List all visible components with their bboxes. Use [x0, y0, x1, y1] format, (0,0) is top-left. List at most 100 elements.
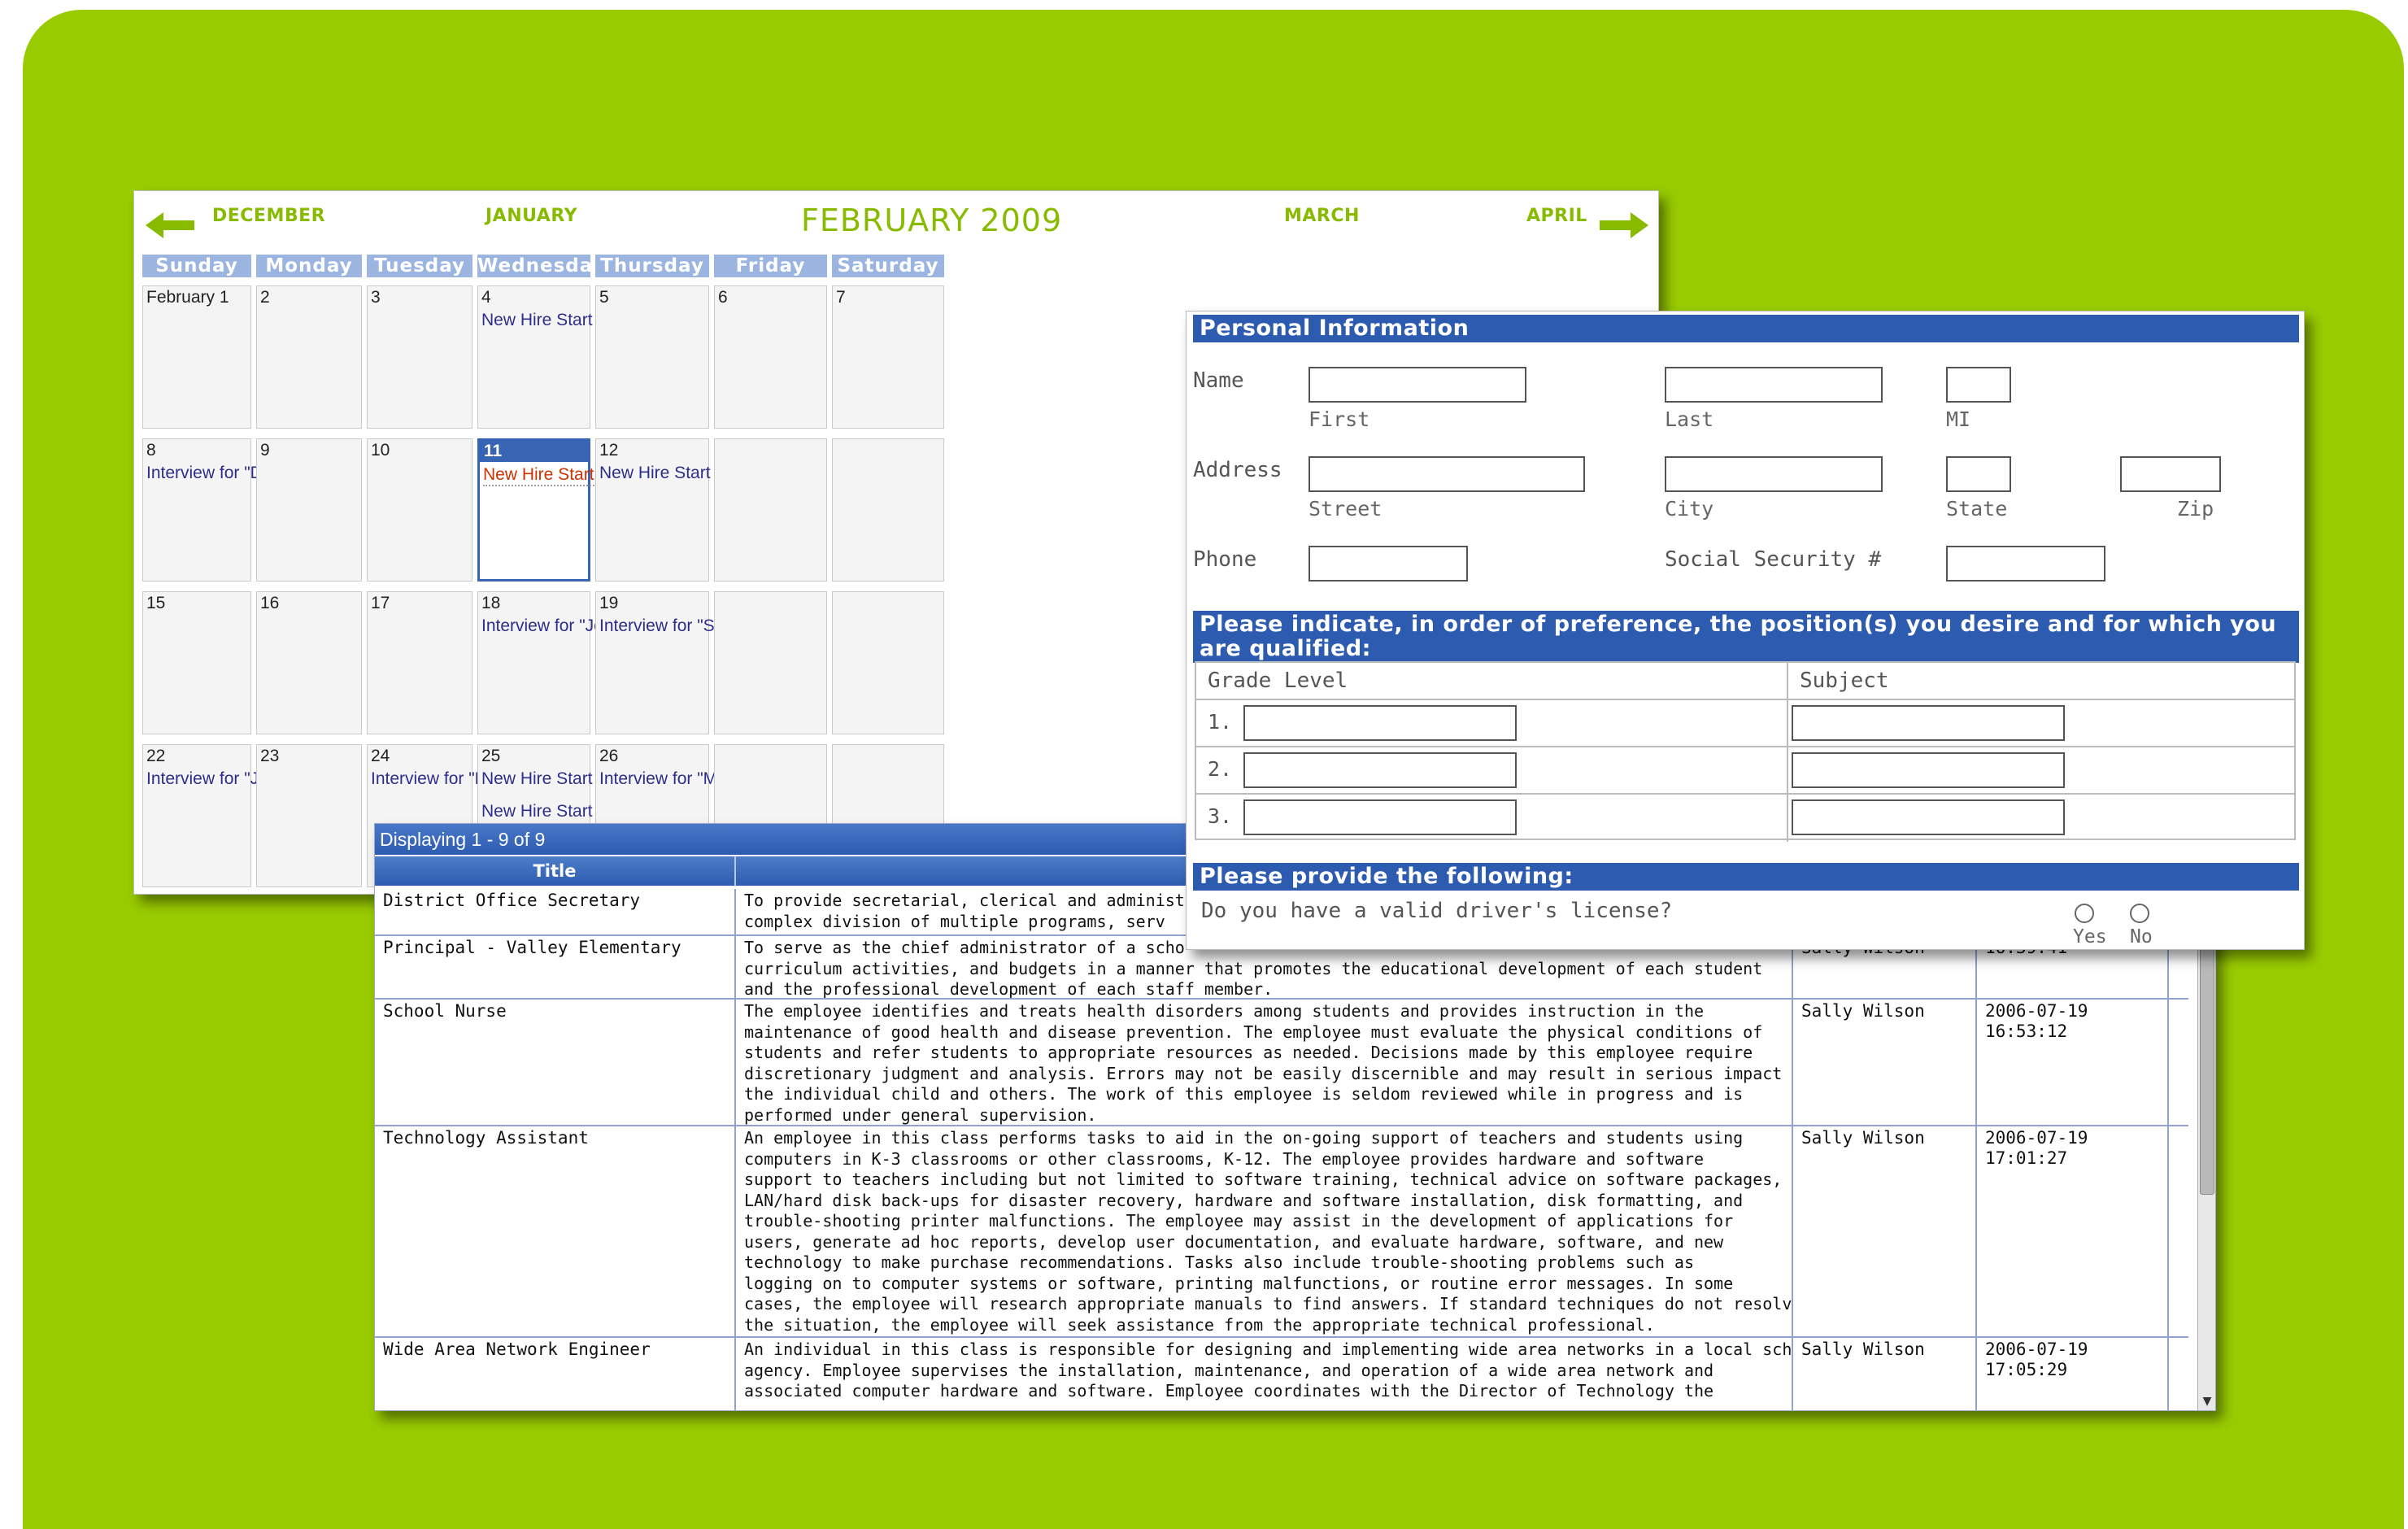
subject-input[interactable]: [1792, 799, 2065, 835]
calendar-day[interactable]: 17: [367, 591, 472, 734]
no-label: No: [2130, 926, 2153, 947]
date-cell: 2006-07-19 17:01:27: [1977, 1126, 2169, 1336]
last-name-input[interactable]: [1665, 367, 1883, 403]
position-row: 2.: [1196, 746, 2294, 795]
weekday-tuesday: Tuesday: [367, 255, 472, 277]
author-cell: Sally Wilson: [1793, 1000, 1977, 1125]
calendar-day[interactable]: 10: [367, 438, 472, 582]
arrow-left-icon[interactable]: [146, 211, 196, 240]
mi-sublabel: MI: [1946, 407, 1971, 431]
license-no-radio[interactable]: [2130, 904, 2149, 923]
calendar-day[interactable]: 2: [256, 285, 362, 429]
calendar-day[interactable]: 22 Interview for "Jen Zel...: [142, 744, 320, 887]
calendar-day[interactable]: [714, 438, 827, 582]
table-row[interactable]: Technology Assistant An employee in this …: [375, 1126, 2188, 1338]
grade-level-input[interactable]: [1243, 799, 1517, 835]
column-divider: [1787, 747, 1788, 795]
calendar-day[interactable]: 8 Interview for "David M...: [142, 438, 327, 582]
calendar-day[interactable]: 23: [256, 744, 362, 887]
grade-level-header: Grade Level: [1196, 663, 1788, 699]
calendar-title: FEBRUARY 2009: [801, 203, 1063, 238]
calendar-day[interactable]: [714, 591, 827, 734]
date-cell: 2006-07-19 17:05:29: [1977, 1338, 2169, 1410]
column-header-title[interactable]: Title: [375, 856, 736, 886]
section-header-following: Please provide the following:: [1193, 863, 2299, 891]
calendar-day[interactable]: 16: [256, 591, 362, 734]
weekday-saturday: Saturday: [832, 255, 944, 277]
weekday-sunday: Sunday: [142, 255, 251, 277]
calendar-day[interactable]: 9: [256, 438, 362, 582]
state-input[interactable]: [1946, 456, 2011, 492]
day-number: 6: [718, 288, 728, 307]
weekday-header: Sunday Monday Tuesday Wednesday Thursday Frid…: [142, 255, 1652, 277]
calendar-day[interactable]: 7: [832, 285, 944, 429]
author-cell: Sally Wilson: [1793, 1338, 1977, 1410]
calendar-day[interactable]: 3: [367, 285, 472, 429]
day-number: 3: [371, 288, 381, 307]
job-title-cell: Wide Area Network Engineer: [375, 1338, 736, 1410]
author-cell: Sally Wilson: [1793, 1126, 1977, 1336]
phone-input[interactable]: [1309, 546, 1468, 582]
first-sublabel: First: [1309, 407, 1370, 431]
table-row[interactable]: School Nurse The employee identifies and …: [375, 1000, 2188, 1126]
calendar-day[interactable]: 4 New Hire Start Date fo...: [477, 285, 667, 429]
street-input[interactable]: [1309, 456, 1585, 492]
grade-level-input[interactable]: [1243, 705, 1517, 741]
calendar-day[interactable]: 12 New Hire Start Date fo: [595, 438, 770, 582]
job-title-cell: Principal - Valley Elementary: [375, 936, 736, 998]
day-number: 9: [260, 441, 270, 460]
calendar-day[interactable]: 6: [714, 285, 827, 429]
calendar-day[interactable]: 18 Interview for "Jeff Tr...: [477, 591, 646, 734]
nav-month-march[interactable]: MARCH: [1284, 206, 1360, 226]
day-number: 17: [371, 594, 390, 612]
subject-header: Subject: [1800, 669, 1889, 693]
grade-level-input[interactable]: [1243, 752, 1517, 788]
weekday-thursday: Thursday: [595, 255, 709, 277]
row-number: 2.: [1208, 757, 1233, 781]
day-number: 4: [481, 288, 491, 307]
phone-label: Phone: [1193, 547, 1257, 572]
drivers-license-question: Do you have a valid driver's license?: [1201, 899, 1673, 923]
nav-month-january[interactable]: JANUARY: [486, 206, 577, 226]
day-number: 2: [260, 288, 270, 307]
zip-input[interactable]: [2120, 456, 2221, 492]
calendar-day[interactable]: February 1: [142, 285, 251, 429]
section-header-positions: Please indicate, in order of preference,…: [1193, 611, 2299, 663]
nav-month-april[interactable]: APRIL: [1526, 206, 1587, 226]
license-yes-radio[interactable]: [2075, 904, 2094, 923]
table-row[interactable]: Wide Area Network Engineer An individual …: [375, 1338, 2188, 1410]
calendar-day[interactable]: 5: [595, 285, 709, 429]
ssn-input[interactable]: [1946, 546, 2105, 582]
vertical-scrollbar[interactable]: ▼: [2197, 886, 2215, 1410]
date-cell: 2006-07-19 16:53:12: [1977, 1000, 2169, 1125]
day-number: 12: [599, 441, 619, 460]
street-sublabel: Street: [1309, 497, 1383, 521]
calendar-day-today[interactable]: 11 New Hire Start Date fo...: [477, 438, 668, 582]
calendar-day[interactable]: 19 Interview for "Sam Dor: [595, 591, 771, 734]
column-divider: [1787, 700, 1788, 747]
arrow-right-icon[interactable]: [1598, 211, 1648, 240]
scroll-down-icon[interactable]: ▼: [2200, 1394, 2214, 1409]
day-number: 5: [599, 288, 609, 307]
last-sublabel: Last: [1665, 407, 1714, 431]
calendar-day[interactable]: 15: [142, 591, 251, 734]
job-title-cell: School Nurse: [375, 1000, 736, 1125]
ssn-label: Social Security #: [1665, 547, 1882, 572]
day-number: 19: [599, 594, 619, 612]
day-number: 22: [146, 747, 166, 765]
subject-input[interactable]: [1792, 705, 2065, 741]
calendar-day[interactable]: [832, 591, 944, 734]
yes-label: Yes: [2073, 926, 2107, 947]
city-input[interactable]: [1665, 456, 1883, 492]
nav-month-december[interactable]: DECEMBER: [212, 206, 325, 226]
day-number: 18: [481, 594, 501, 612]
position-row: 1.: [1196, 699, 2294, 747]
middle-initial-input[interactable]: [1946, 367, 2011, 403]
subject-input[interactable]: [1792, 752, 2065, 788]
column-divider: [1787, 795, 1788, 842]
position-row: 3.: [1196, 793, 2294, 842]
city-sublabel: City: [1665, 497, 1714, 521]
calendar-day[interactable]: [832, 438, 944, 582]
day-number: 8: [146, 441, 156, 460]
first-name-input[interactable]: [1309, 367, 1526, 403]
